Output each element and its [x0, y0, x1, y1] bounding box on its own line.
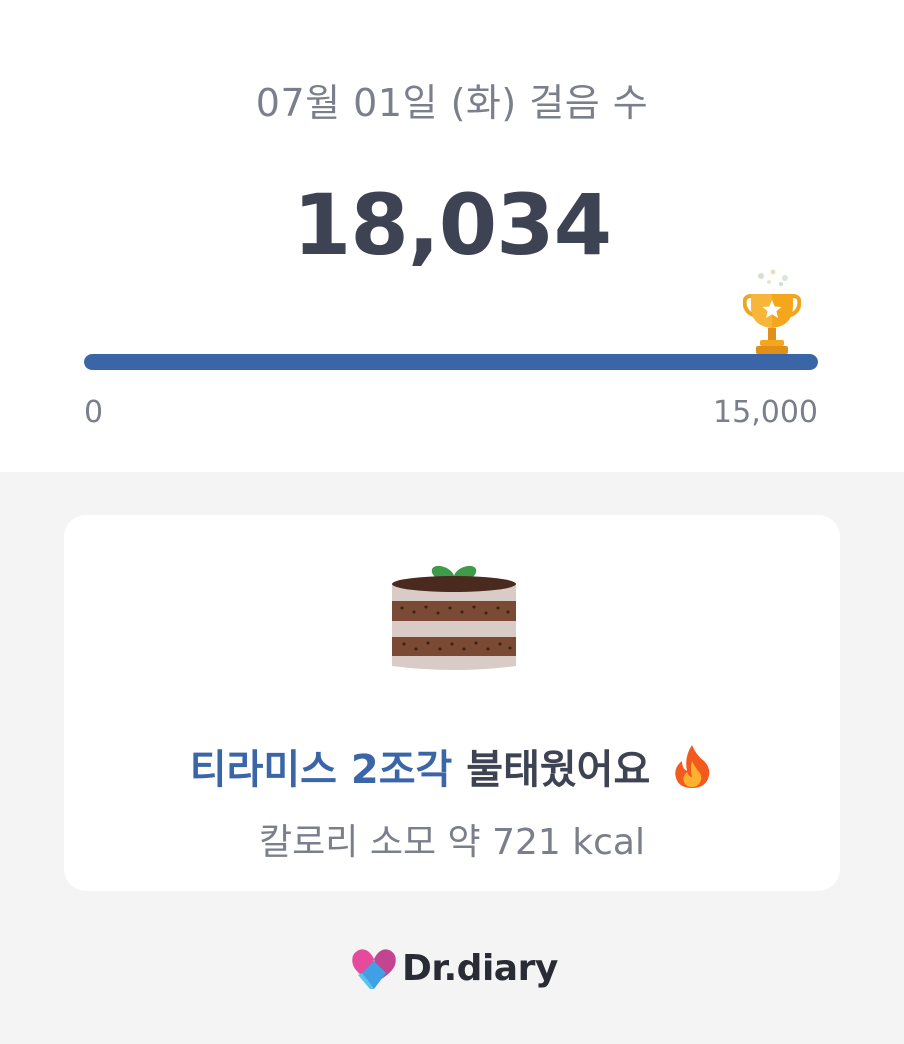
brand-footer: Dr.diary	[350, 944, 558, 992]
burn-suffix-label: 불태웠어요	[466, 747, 651, 793]
brand-name: Dr.diary	[402, 947, 558, 989]
trophy-icon	[743, 269, 801, 354]
calorie-burn-card: 티라미스 2조각 불태웠어요 칼로리 소모 약 721 kcal	[64, 515, 840, 891]
date-title: 07월 01일 (화) 걸음 수	[255, 81, 649, 125]
tiramisu-cake-icon	[392, 565, 516, 670]
progress-min-label: 0	[84, 395, 104, 430]
progress-max-label: 15,000	[713, 395, 818, 430]
fire-icon	[675, 745, 710, 788]
steps-summary-section: 07월 01일 (화) 걸음 수 18,034 0 15,000	[0, 0, 904, 472]
step-count: 18,034	[292, 176, 612, 274]
burn-message: 티라미스 2조각 불태웠어요	[64, 737, 840, 795]
step-progress-fill	[84, 354, 818, 370]
step-progress-bar	[84, 354, 818, 370]
heart-logo-icon	[352, 949, 396, 989]
calorie-text: 칼로리 소모 약 721 kcal	[259, 822, 645, 863]
burn-food-label: 티라미스 2조각	[189, 747, 453, 793]
